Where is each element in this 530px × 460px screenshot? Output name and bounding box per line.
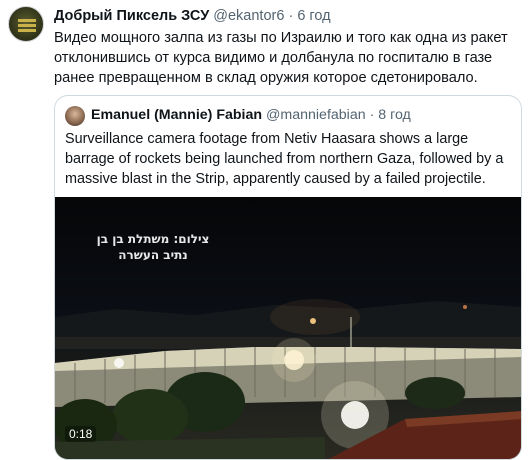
quoted-header-separator: · [369,107,375,123]
tweet-time[interactable]: 6 год [297,8,330,24]
quoted-tweet[interactable]: Emanuel (Mannie) Fabian @manniefabian · … [54,95,522,460]
author-name[interactable]: Добрый Пиксель ЗСУ [54,8,209,24]
tweet: Добрый Пиксель ЗСУ @ekantor6 · 6 год Вид… [0,0,530,460]
video-player[interactable]: צילום: משתלת בן בן נתיב העשרה 0:18 [55,197,521,459]
header-separator: · [288,8,294,24]
tweet-header: Добрый Пиксель ЗСУ @ekantor6 · 6 год [54,8,331,24]
quoted-tweet-header: Emanuel (Mannie) Fabian @manniefabian · … [91,107,411,123]
tweet-text: Видео мощного залпа из газы по Израилю и… [54,30,508,86]
quoted-author-name[interactable]: Emanuel (Mannie) Fabian [91,107,262,123]
author-handle[interactable]: @ekantor6 [213,8,284,24]
video-watermark: צילום: משתלת בן בן נתיב העשרה [55,231,251,263]
quoted-tweet-time[interactable]: 8 год [378,107,411,123]
quoted-tweet-text: Surveillance camera footage from Netiv H… [65,131,504,187]
watermark-line-1: צילום: משתלת בן בן [96,232,210,246]
quoted-author-handle[interactable]: @manniefabian [266,107,366,123]
author-avatar[interactable] [8,6,44,42]
video-duration: 0:18 [65,426,97,442]
watermark-line-2: נתיב העשרה [118,248,188,262]
quoted-author-avatar[interactable] [65,106,85,126]
